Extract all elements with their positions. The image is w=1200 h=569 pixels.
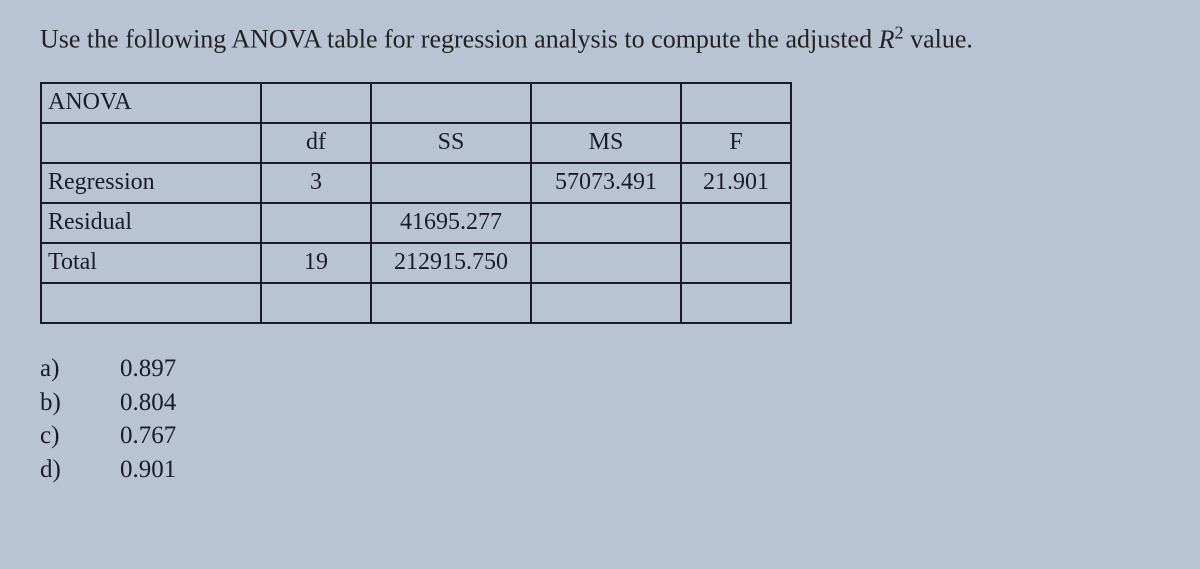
empty-cell (371, 83, 531, 123)
cell-ms: 57073.491 (531, 163, 681, 203)
r-letter: R (879, 25, 895, 54)
option-value: 0.767 (120, 419, 176, 453)
empty-cell (531, 83, 681, 123)
cell-df (261, 203, 371, 243)
option-value: 0.901 (120, 453, 176, 487)
table-row-title: ANOVA (41, 83, 791, 123)
header-ms: MS (531, 123, 681, 163)
empty-cell (261, 283, 371, 323)
cell-ms (531, 243, 681, 283)
row-label: Total (41, 243, 261, 283)
cell-ss (371, 163, 531, 203)
empty-cell (41, 283, 261, 323)
option-label: a) (40, 352, 120, 386)
anova-table: ANOVA df SS MS F Regression 3 57073.491 … (40, 82, 792, 324)
table-row: Total 19 212915.750 (41, 243, 791, 283)
option-b: b) 0.804 (40, 386, 1160, 420)
row-label: Residual (41, 203, 261, 243)
cell-f: 21.901 (681, 163, 791, 203)
header-f: F (681, 123, 791, 163)
empty-cell (681, 283, 791, 323)
row-label: Regression (41, 163, 261, 203)
option-a: a) 0.897 (40, 352, 1160, 386)
question-part1: Use the following ANOVA table for regres… (40, 25, 879, 54)
cell-ss: 41695.277 (371, 203, 531, 243)
table-row-empty (41, 283, 791, 323)
question-part2: value. (904, 25, 973, 54)
option-c: c) 0.767 (40, 419, 1160, 453)
question-text: Use the following ANOVA table for regres… (40, 18, 1160, 60)
page: Use the following ANOVA table for regres… (0, 0, 1200, 507)
option-label: d) (40, 453, 120, 487)
empty-cell (41, 123, 261, 163)
empty-cell (371, 283, 531, 323)
cell-ss: 212915.750 (371, 243, 531, 283)
empty-cell (681, 83, 791, 123)
cell-df: 3 (261, 163, 371, 203)
cell-f (681, 203, 791, 243)
option-value: 0.804 (120, 386, 176, 420)
answer-options: a) 0.897 b) 0.804 c) 0.767 d) 0.901 (40, 352, 1160, 487)
table-row: Regression 3 57073.491 21.901 (41, 163, 791, 203)
option-label: c) (40, 419, 120, 453)
table-row-headers: df SS MS F (41, 123, 791, 163)
option-value: 0.897 (120, 352, 176, 386)
header-df: df (261, 123, 371, 163)
empty-cell (531, 283, 681, 323)
anova-title-cell: ANOVA (41, 83, 261, 123)
table-row: Residual 41695.277 (41, 203, 791, 243)
cell-df: 19 (261, 243, 371, 283)
cell-ms (531, 203, 681, 243)
option-label: b) (40, 386, 120, 420)
cell-f (681, 243, 791, 283)
option-d: d) 0.901 (40, 453, 1160, 487)
header-ss: SS (371, 123, 531, 163)
r-exponent: 2 (894, 22, 903, 42)
empty-cell (261, 83, 371, 123)
r-squared-symbol: R2 (879, 25, 904, 54)
